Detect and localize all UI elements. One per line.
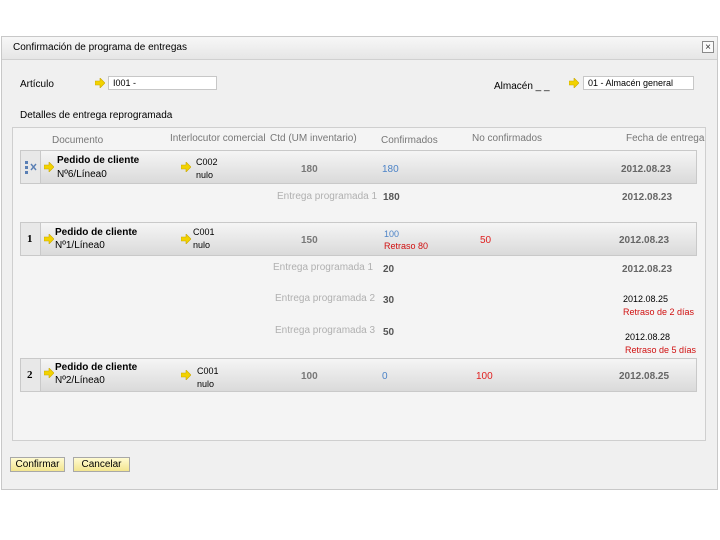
partner-code: C001 [193,227,215,237]
link-arrow-icon[interactable] [44,234,54,244]
link-arrow-icon[interactable] [181,370,191,380]
close-icon: × [705,42,711,53]
column-header-confirmed: Confirmados [381,135,438,146]
qty-value: 100 [301,371,318,382]
link-arrow-icon[interactable] [181,162,191,172]
article-label: Artículo [20,79,54,90]
column-header-qty: Ctd (UM inventario) [270,133,357,144]
row-handle[interactable] [21,151,41,183]
scheduled-delivery-qty: 180 [383,192,400,203]
scheduled-delivery-date: 2012.08.25 [623,294,669,304]
document-title: Pedido de cliente [55,227,138,238]
delivery-date: 2012.08.23 [621,164,672,175]
delivery-date: 2012.08.23 [619,235,670,246]
unconfirmed-value: 100 [476,371,493,382]
scheduled-delivery-date: 2012.08.23 [622,192,673,203]
document-title: Pedido de cliente [55,362,138,373]
close-button[interactable]: × [702,41,714,53]
qty-value: 180 [301,164,318,175]
row-index: 2 [21,359,41,391]
scheduled-delivery-qty: 50 [383,327,395,338]
confirmed-value: 180 [382,164,399,175]
qty-value: 150 [301,235,318,246]
column-header-unconfirmed: No confirmados [472,133,543,144]
delivery-delay-note: Retraso de 2 días [623,307,695,317]
delivery-date: 2012.08.25 [619,371,670,382]
link-arrow-icon[interactable] [44,162,54,172]
scheduled-delivery-date: 2012.08.28 [625,332,671,342]
confirm-button[interactable]: Confirmar [10,457,65,472]
warehouse-label: Almacén _ _ [494,81,550,92]
row-index: 1 [21,223,41,255]
link-arrow-icon[interactable] [44,368,54,378]
confirmed-value: 100 [384,229,400,239]
delivery-delay-note: Retraso de 5 días [625,345,697,355]
scheduled-delivery-label: Entrega programada 3 [275,325,376,336]
partner-code: C001 [197,366,219,376]
link-arrow-icon[interactable] [569,78,579,88]
column-header-partner: Interlocutor comercial [170,133,266,144]
scheduled-delivery-label: Entrega programada 1 [273,262,374,273]
cancel-button[interactable]: Cancelar [73,457,130,472]
link-arrow-icon[interactable] [95,78,105,88]
dialog-title: Confirmación de programa de entregas [13,42,187,53]
article-input[interactable] [108,76,217,90]
document-line: Nº2/Línea0 [55,375,105,386]
section-label: Detalles de entrega reprogramada [20,110,173,121]
confirmed-value: 0 [382,371,388,382]
scheduled-delivery-label: Entrega programada 2 [275,293,376,304]
scheduled-delivery-qty: 20 [383,264,395,275]
partner-name: nulo [197,379,215,389]
document-title: Pedido de cliente [57,155,140,166]
link-arrow-icon[interactable] [181,234,191,244]
column-header-date: Fecha de entrega [626,133,705,144]
confirmed-delay-note: Retraso 80 [384,241,429,251]
dialog-titlebar: Confirmación de programa de entregas × [2,37,717,60]
document-line: Nº6/Línea0 [57,169,107,180]
partner-code: C002 [196,157,218,167]
column-header-document: Documento [52,135,104,146]
document-line: Nº1/Línea0 [55,240,105,251]
partner-name: nulo [196,170,214,180]
partner-name: nulo [193,240,211,250]
scheduled-delivery-qty: 30 [383,295,395,306]
scheduled-delivery-date: 2012.08.23 [622,264,673,275]
scheduled-delivery-label: Entrega programada 1 [277,191,378,202]
unconfirmed-value: 50 [480,235,492,246]
warehouse-input[interactable] [583,76,694,90]
drag-handle-icon[interactable] [24,160,38,174]
